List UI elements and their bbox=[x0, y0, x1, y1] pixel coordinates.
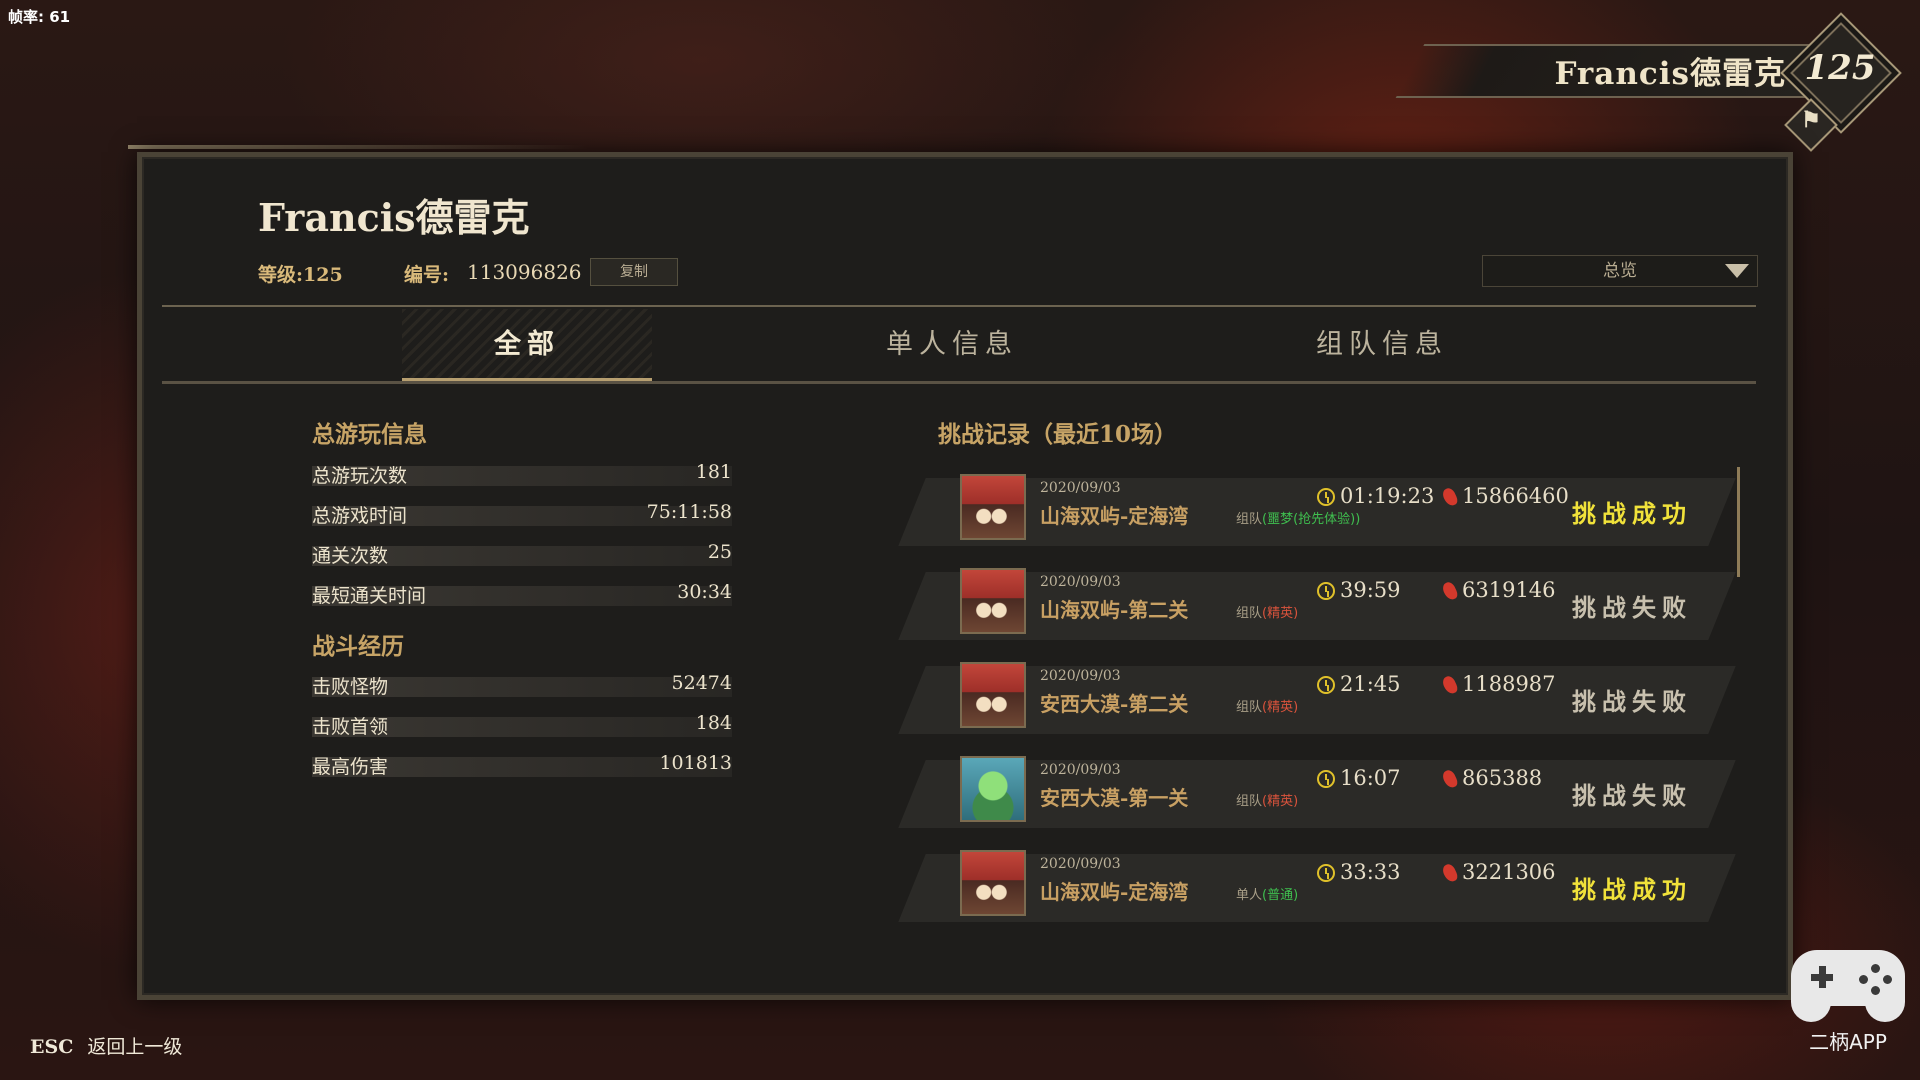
character-avatar bbox=[960, 474, 1026, 540]
record-date: 2020/09/03 bbox=[1040, 668, 1121, 684]
stat-label: 总游玩次数 bbox=[312, 465, 408, 487]
record-mode: 组队(精英) bbox=[1236, 794, 1299, 809]
record-date: 2020/09/03 bbox=[1040, 762, 1121, 778]
back-hint[interactable]: ESC 返回上一级 bbox=[30, 1032, 182, 1059]
clock-icon bbox=[1317, 488, 1335, 506]
clock-icon bbox=[1317, 582, 1335, 600]
clock-icon bbox=[1317, 864, 1335, 882]
stat-value: 181 bbox=[695, 461, 732, 483]
stat-label: 最短通关时间 bbox=[312, 585, 427, 607]
stat-row: 击败首领 184 bbox=[312, 712, 732, 740]
badge-level: 125 bbox=[1804, 48, 1876, 88]
record-score: 1188987 bbox=[1462, 672, 1556, 696]
character-avatar bbox=[960, 756, 1026, 822]
overall-section-title: 总游玩信息 bbox=[312, 421, 427, 448]
stat-label: 击败怪物 bbox=[312, 676, 389, 698]
stat-row: 总游玩次数 181 bbox=[312, 461, 732, 489]
record-score: 6319146 bbox=[1462, 578, 1556, 602]
stat-label: 最高伤害 bbox=[312, 756, 389, 778]
record-result: 挑战失败 bbox=[1572, 687, 1692, 716]
record-map: 安西大漠-第一关 bbox=[1040, 786, 1189, 810]
chevron-down-icon bbox=[1725, 264, 1749, 278]
fps-counter: 帧率: 61 bbox=[8, 8, 71, 26]
record-score: 865388 bbox=[1462, 766, 1543, 790]
view-select-value: 总览 bbox=[1603, 261, 1637, 281]
view-select-dropdown[interactable]: 总览 bbox=[1482, 255, 1758, 287]
player-id-value: 113096826 bbox=[467, 260, 582, 284]
record-map: 安西大漠-第二关 bbox=[1040, 692, 1189, 716]
combat-section-title: 战斗经历 bbox=[312, 633, 404, 660]
record-result: 挑战失败 bbox=[1572, 593, 1692, 622]
record-row[interactable]: 2020/09/03 山海双屿-第二关 组队(精英) 39:59 6319146… bbox=[898, 564, 1736, 648]
record-result: 挑战成功 bbox=[1572, 499, 1692, 528]
record-date: 2020/09/03 bbox=[1040, 574, 1121, 590]
record-result: 挑战成功 bbox=[1572, 875, 1692, 904]
record-result: 挑战失败 bbox=[1572, 781, 1692, 810]
divider bbox=[162, 305, 1756, 307]
stat-value: 25 bbox=[707, 541, 732, 563]
stat-value: 30:34 bbox=[677, 581, 732, 603]
record-time: 21:45 bbox=[1340, 672, 1401, 696]
stat-row: 最高伤害 101813 bbox=[312, 752, 732, 780]
app-watermark: 二柄APP bbox=[1788, 950, 1908, 1055]
character-avatar bbox=[960, 568, 1026, 634]
profile-panel: Francis德雷克 等级:125 编号: 113096826 复制 总览 全部… bbox=[137, 152, 1793, 1000]
record-mode: 单人(普通) bbox=[1236, 888, 1299, 903]
player-name: Francis德雷克 bbox=[258, 195, 530, 240]
record-row[interactable]: 2020/09/03 安西大漠-第一关 组队(精英) 16:07 865388 … bbox=[898, 752, 1736, 836]
record-mode: 组队(精英) bbox=[1236, 700, 1299, 715]
stat-row: 通关次数 25 bbox=[312, 541, 732, 569]
tab-single-info[interactable]: 单人信息 bbox=[802, 309, 1102, 381]
tab-bar: 全部 单人信息 组队信息 bbox=[162, 309, 1756, 381]
stat-label: 总游戏时间 bbox=[312, 505, 408, 527]
gamepad-icon bbox=[1791, 950, 1905, 1022]
back-label: 返回上一级 bbox=[87, 1036, 183, 1058]
clock-icon bbox=[1317, 676, 1335, 694]
player-level: 等级:125 bbox=[258, 264, 343, 286]
divider bbox=[162, 381, 1756, 384]
stat-row: 总游戏时间 75:11:58 bbox=[312, 501, 732, 529]
record-map: 山海双屿-第二关 bbox=[1040, 598, 1189, 622]
record-score: 15866460 bbox=[1462, 484, 1569, 508]
records-section-title: 挑战记录（最近10场） bbox=[938, 421, 1178, 448]
records-scrollbar[interactable] bbox=[1737, 467, 1740, 577]
copy-id-button[interactable]: 复制 bbox=[590, 258, 678, 286]
record-row[interactable]: 2020/09/03 山海双屿-定海湾 单人(普通) 33:33 3221306… bbox=[898, 846, 1736, 930]
stat-value: 52474 bbox=[671, 672, 732, 694]
player-id-label: 编号: bbox=[404, 264, 450, 286]
record-date: 2020/09/03 bbox=[1040, 480, 1121, 496]
app-name: 二柄APP bbox=[1809, 1030, 1887, 1054]
stat-value: 184 bbox=[695, 712, 732, 734]
record-score: 3221306 bbox=[1462, 860, 1556, 884]
stat-value: 101813 bbox=[659, 752, 732, 774]
character-avatar bbox=[960, 850, 1026, 916]
stat-row: 最短通关时间 30:34 bbox=[312, 581, 732, 609]
record-mode: 组队(噩梦(抢先体验)) bbox=[1236, 512, 1361, 527]
tab-all[interactable]: 全部 bbox=[402, 309, 652, 381]
stat-label: 击败首领 bbox=[312, 716, 389, 738]
tab-team-info[interactable]: 组队信息 bbox=[1232, 309, 1532, 381]
record-date: 2020/09/03 bbox=[1040, 856, 1121, 872]
record-time: 39:59 bbox=[1340, 578, 1401, 602]
badge-player-name: Francis德雷克 bbox=[1554, 56, 1786, 92]
stat-label: 通关次数 bbox=[312, 545, 389, 567]
stat-row: 击败怪物 52474 bbox=[312, 672, 732, 700]
clock-icon bbox=[1317, 770, 1335, 788]
character-avatar bbox=[960, 662, 1026, 728]
flag-icon: ⚑ bbox=[1801, 107, 1821, 133]
record-time: 01:19:23 bbox=[1340, 484, 1435, 508]
record-map: 山海双屿-定海湾 bbox=[1040, 504, 1189, 528]
record-map: 山海双屿-定海湾 bbox=[1040, 880, 1189, 904]
record-time: 16:07 bbox=[1340, 766, 1401, 790]
record-row[interactable]: 2020/09/03 山海双屿-定海湾 组队(噩梦(抢先体验)) 01:19:2… bbox=[898, 470, 1736, 554]
record-mode: 组队(精英) bbox=[1236, 606, 1299, 621]
record-time: 33:33 bbox=[1340, 860, 1401, 884]
stat-value: 75:11:58 bbox=[646, 501, 732, 523]
panel-edge-decoration bbox=[128, 145, 588, 149]
esc-key-label: ESC bbox=[30, 1036, 74, 1058]
record-row[interactable]: 2020/09/03 安西大漠-第二关 组队(精英) 21:45 1188987… bbox=[898, 658, 1736, 742]
